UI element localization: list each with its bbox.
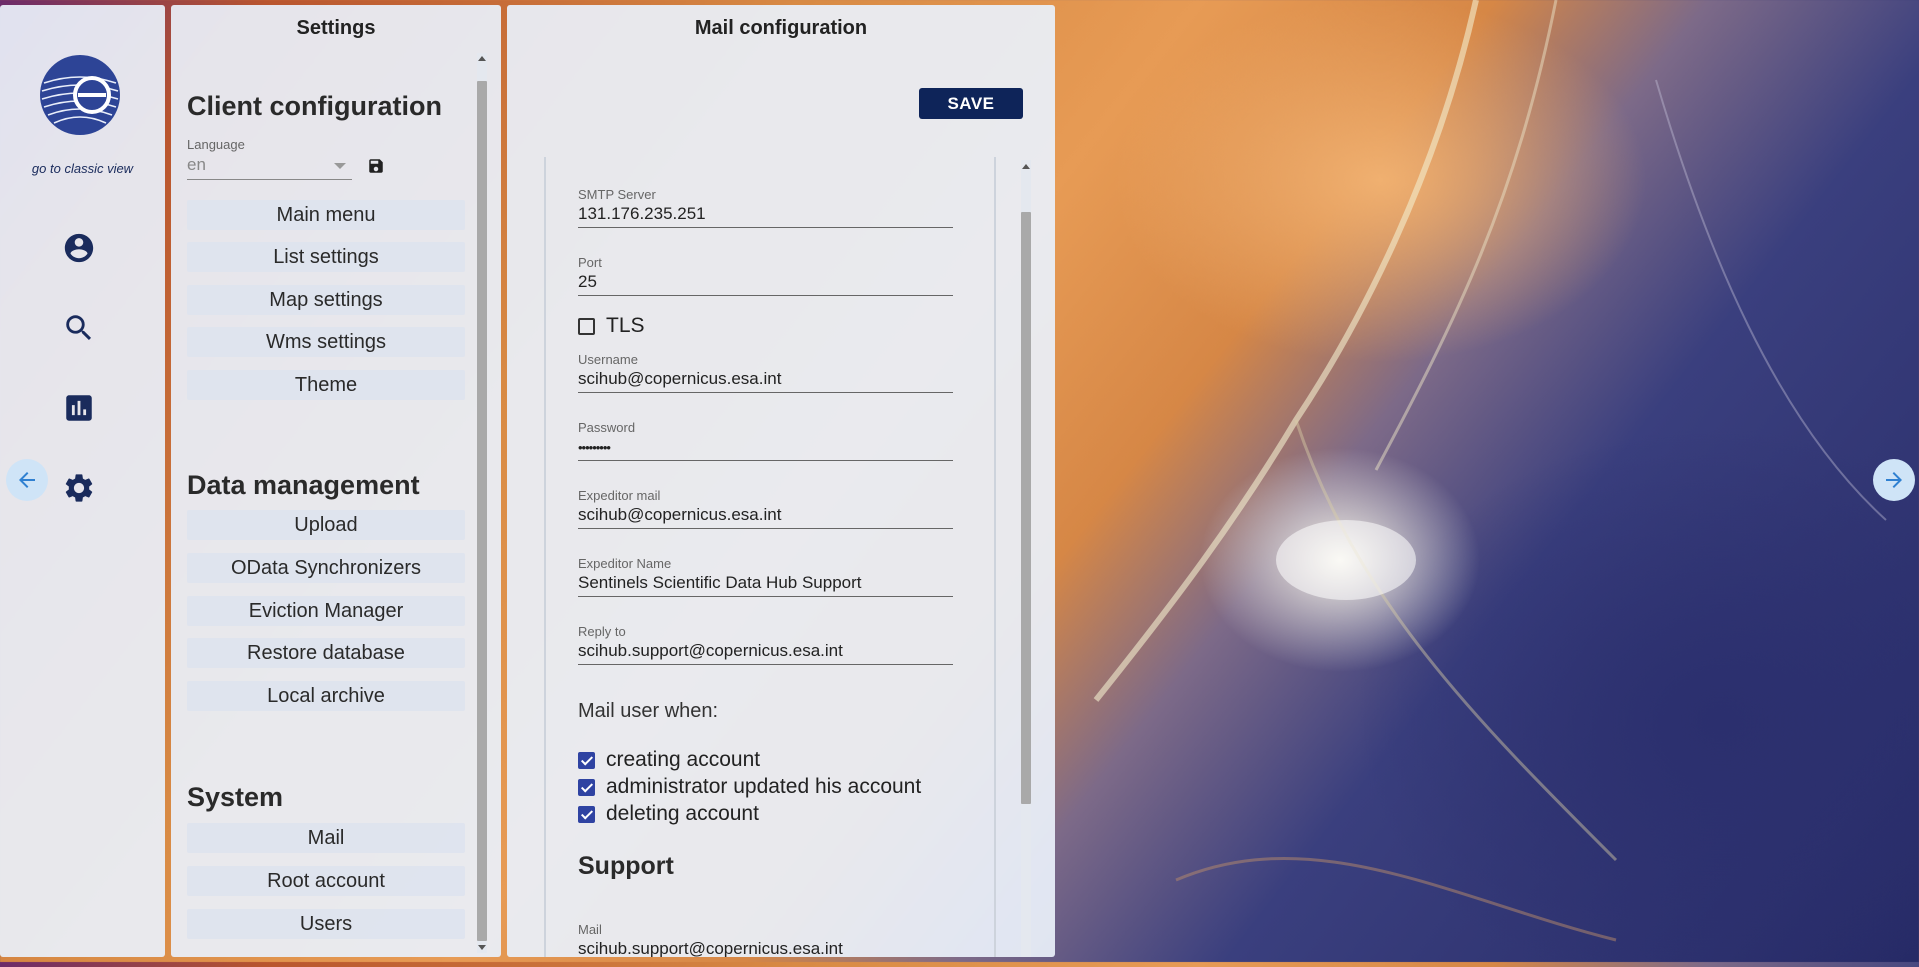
menu-mail[interactable]: Mail xyxy=(187,823,465,853)
deleting-account-checkbox-box xyxy=(578,805,595,823)
smtp-server-value: 131.176.235.251 xyxy=(578,204,706,223)
menu-wms-settings[interactable]: Wms settings xyxy=(187,327,465,357)
creating-account-checkbox[interactable]: creating account xyxy=(578,748,760,772)
menu-theme[interactable]: Theme xyxy=(187,370,465,400)
menu-restore-database[interactable]: Restore database xyxy=(187,638,465,668)
menu-main-menu[interactable]: Main menu xyxy=(187,200,465,230)
esa-logo xyxy=(38,53,122,137)
settings-scrollbar-thumb[interactable] xyxy=(477,81,487,941)
classic-view-link[interactable]: go to classic view xyxy=(0,161,165,176)
scroll-down-arrow-icon[interactable] xyxy=(478,945,486,950)
bar-chart-icon[interactable] xyxy=(62,391,96,425)
expeditor-name-label: Expeditor Name xyxy=(578,556,672,571)
mail-form-scrollbar[interactable] xyxy=(1021,160,1031,957)
menu-upload[interactable]: Upload xyxy=(187,510,465,540)
collapse-left-button[interactable] xyxy=(6,459,48,501)
reply-to-value: scihub.support@copernicus.esa.int xyxy=(578,641,843,660)
dropdown-caret-icon xyxy=(334,163,346,169)
tls-label: TLS xyxy=(606,314,645,337)
smtp-server-field[interactable]: SMTP Server 131.176.235.251 xyxy=(578,187,953,228)
smtp-server-label: SMTP Server xyxy=(578,187,656,202)
expeditor-name-field[interactable]: Expeditor Name Sentinels Scientific Data… xyxy=(578,556,953,597)
gear-icon[interactable] xyxy=(62,471,96,505)
password-label: Password xyxy=(578,420,636,435)
expand-right-button[interactable] xyxy=(1873,459,1915,501)
expeditor-mail-label: Expeditor mail xyxy=(578,488,661,503)
username-value: scihub@copernicus.esa.int xyxy=(578,369,782,388)
deleting-account-label: deleting account xyxy=(606,802,759,825)
mail-scroll-up-arrow-icon[interactable] xyxy=(1022,164,1030,169)
tls-checkbox-box xyxy=(578,317,595,335)
save-language-icon[interactable] xyxy=(367,157,385,175)
username-field[interactable]: Username scihub@copernicus.esa.int xyxy=(578,352,953,393)
admin-updated-label: administrator updated his account xyxy=(606,775,922,798)
creating-account-label: creating account xyxy=(606,748,761,771)
expeditor-mail-value: scihub@copernicus.esa.int xyxy=(578,505,782,524)
search-icon[interactable] xyxy=(62,311,96,345)
admin-updated-checkbox-box xyxy=(578,778,595,796)
mail-configuration-panel: Mail configuration SAVE SMTP Server 131.… xyxy=(507,5,1055,957)
tls-checkbox[interactable]: TLS xyxy=(578,314,645,338)
password-field[interactable]: Password ••••••••• xyxy=(578,420,953,461)
language-label: Language xyxy=(187,137,245,152)
admin-updated-checkbox[interactable]: administrator updated his account xyxy=(578,775,921,799)
expeditor-mail-field[interactable]: Expeditor mail scihub@copernicus.esa.int xyxy=(578,488,953,529)
save-button[interactable]: SAVE xyxy=(919,88,1023,119)
arrow-left-icon xyxy=(19,472,35,488)
settings-panel: Settings Client configuration Language e… xyxy=(171,5,501,957)
settings-list: Client configuration Language en Main me… xyxy=(171,53,483,957)
background-image xyxy=(1056,0,1919,962)
settings-scrollbar[interactable] xyxy=(477,53,487,953)
reply-to-label: Reply to xyxy=(578,624,626,639)
creating-account-checkbox-box xyxy=(578,751,595,769)
nav-rail: go to classic view xyxy=(0,5,165,957)
menu-local-archive[interactable]: Local archive xyxy=(187,681,465,711)
menu-odata-synchronizers[interactable]: OData Synchronizers xyxy=(187,553,465,583)
mail-user-when-label: Mail user when: xyxy=(578,700,719,722)
support-mail-label: Mail xyxy=(578,922,602,937)
port-label: Port xyxy=(578,255,602,270)
username-label: Username xyxy=(578,352,638,367)
settings-title: Settings xyxy=(296,17,376,39)
account-circle-icon[interactable] xyxy=(62,231,96,265)
port-value: 25 xyxy=(578,272,597,291)
scroll-up-arrow-icon[interactable] xyxy=(478,56,486,61)
system-heading: System xyxy=(187,782,284,812)
mail-scrollbar-thumb[interactable] xyxy=(1021,212,1031,804)
menu-list-settings[interactable]: List settings xyxy=(187,242,465,272)
password-value: ••••••••• xyxy=(578,440,611,455)
menu-root-account[interactable]: Root account xyxy=(187,866,465,896)
mail-configuration-title: Mail configuration xyxy=(694,17,868,39)
client-configuration-heading: Client configuration xyxy=(187,91,442,121)
menu-eviction-manager[interactable]: Eviction Manager xyxy=(187,596,465,626)
menu-map-settings[interactable]: Map settings xyxy=(187,285,465,315)
arrow-right-icon xyxy=(1886,472,1902,488)
support-mail-field[interactable]: Mail scihub.support@copernicus.esa.int xyxy=(578,922,953,957)
data-management-heading: Data management xyxy=(187,470,420,500)
support-mail-value: scihub.support@copernicus.esa.int xyxy=(578,939,843,957)
port-field[interactable]: Port 25 xyxy=(578,255,953,296)
menu-users[interactable]: Users xyxy=(187,909,465,939)
mail-form: SMTP Server 131.176.235.251 Port 25 TLS … xyxy=(544,157,996,957)
deleting-account-checkbox[interactable]: deleting account xyxy=(578,802,759,826)
support-heading: Support xyxy=(578,852,674,880)
expeditor-name-value: Sentinels Scientific Data Hub Support xyxy=(578,573,862,592)
language-select[interactable]: en xyxy=(187,153,352,180)
reply-to-field[interactable]: Reply to scihub.support@copernicus.esa.i… xyxy=(578,624,953,665)
language-value: en xyxy=(187,155,206,174)
